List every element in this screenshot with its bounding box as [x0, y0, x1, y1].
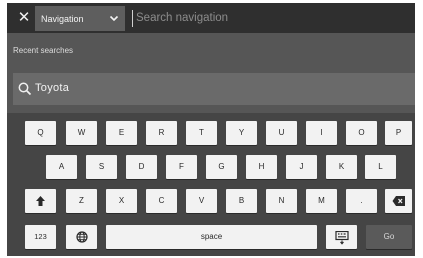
- top-bar: ✕ Navigation Search navigation: [7, 3, 415, 33]
- key-t[interactable]: T: [186, 121, 217, 145]
- key-l[interactable]: L: [365, 155, 396, 179]
- key-x[interactable]: X: [106, 189, 137, 213]
- language-key[interactable]: [66, 225, 97, 249]
- backspace-icon: [392, 196, 405, 206]
- search-input[interactable]: Search navigation: [131, 6, 415, 31]
- key-i[interactable]: I: [306, 121, 337, 145]
- globe-icon: [75, 231, 88, 243]
- key-c[interactable]: C: [146, 189, 177, 213]
- key-o[interactable]: O: [346, 121, 377, 145]
- recent-searches-header: Recent searches: [13, 46, 74, 55]
- text-cursor: [132, 10, 133, 27]
- space-key[interactable]: space: [106, 225, 317, 249]
- key-n[interactable]: N: [266, 189, 297, 213]
- key-a[interactable]: A: [46, 155, 77, 179]
- numbers-key[interactable]: 123: [25, 225, 56, 249]
- hide-keyboard-key[interactable]: [326, 225, 357, 249]
- navigation-search-screen: ✕ Navigation Search navigation Recent se…: [7, 3, 415, 256]
- key-y[interactable]: Y: [226, 121, 257, 145]
- key-p[interactable]: P: [385, 121, 412, 145]
- key-d[interactable]: D: [126, 155, 157, 179]
- on-screen-keyboard: Q W E R T Y U I O P A S D F G H J K L Z …: [7, 113, 415, 256]
- shift-arrow-icon: [36, 196, 45, 206]
- navigation-dropdown[interactable]: Navigation: [35, 6, 125, 31]
- go-key[interactable]: Go: [366, 225, 412, 249]
- key-m[interactable]: M: [306, 189, 337, 213]
- key-k[interactable]: K: [326, 155, 357, 179]
- key-e[interactable]: E: [106, 121, 137, 145]
- key-b[interactable]: B: [226, 189, 257, 213]
- key-r[interactable]: R: [146, 121, 177, 145]
- search-placeholder: Search navigation: [136, 12, 229, 24]
- key-w[interactable]: W: [66, 121, 97, 145]
- key-g[interactable]: G: [206, 155, 237, 179]
- key-u[interactable]: U: [266, 121, 297, 145]
- key-q[interactable]: Q: [25, 121, 56, 145]
- keyboard-hide-icon: [334, 231, 349, 245]
- key-h[interactable]: H: [246, 155, 277, 179]
- close-icon: ✕: [17, 9, 31, 26]
- dropdown-label: Navigation: [41, 14, 84, 24]
- key-z[interactable]: Z: [66, 189, 97, 213]
- recent-search-item[interactable]: Toyota: [13, 73, 415, 105]
- key-v[interactable]: V: [186, 189, 217, 213]
- chevron-down-icon: [109, 15, 119, 22]
- key-j[interactable]: J: [286, 155, 317, 179]
- key-period[interactable]: .: [346, 189, 377, 213]
- key-s[interactable]: S: [86, 155, 117, 179]
- backspace-key[interactable]: [385, 189, 412, 213]
- close-button[interactable]: ✕: [13, 7, 35, 29]
- shift-key[interactable]: [25, 189, 56, 213]
- recent-search-label: Toyota: [35, 82, 70, 94]
- recent-searches-section: Recent searches Toyota: [7, 33, 415, 116]
- search-icon: [18, 82, 32, 96]
- key-f[interactable]: F: [166, 155, 197, 179]
